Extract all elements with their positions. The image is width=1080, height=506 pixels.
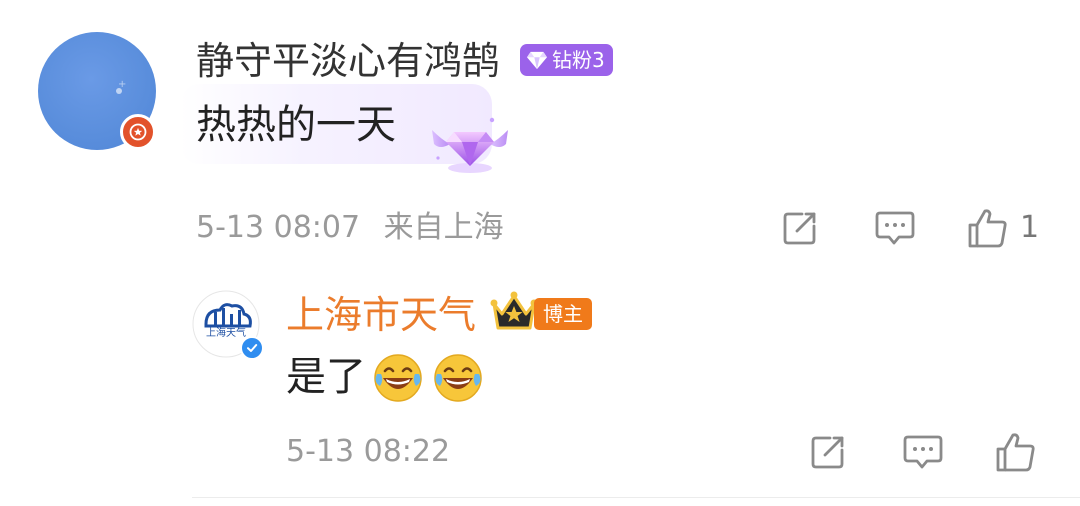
comment-text: 热热的一天 [196,102,396,148]
diamond-icon [527,51,547,70]
comment-timestamp: 5-13 08:07 [196,210,361,245]
diamond-decoration-icon [432,117,508,173]
laugh-cry-emoji-1 [374,354,422,402]
edit-icon [783,212,816,245]
reply-username[interactable]: 上海市天气 [286,292,476,338]
moon-dot-icon [116,88,122,94]
reply-text: 是了 [286,354,366,400]
fan-badge-label: 钻粉3 [552,48,605,72]
forward-button[interactable] [780,208,820,248]
reply-comment-button[interactable] [902,432,944,472]
like-icon [996,433,1035,472]
star-badge-icon [120,114,156,150]
reply-button[interactable] [874,208,916,248]
divider [192,497,1080,498]
comment-meta: 5-13 08:07 来自上海 [196,208,504,248]
comment-icon [903,435,943,469]
fan-level-badge[interactable]: 钻粉3 [520,44,613,76]
like-count: 1 [1020,210,1040,245]
like-icon [968,209,1007,248]
edit-icon [811,436,844,469]
reply-timestamp: 5-13 08:22 [286,434,451,469]
blogger-badge: 博主 [534,298,592,330]
crown-icon [490,291,538,330]
comment-username[interactable]: 静守平淡心有鸿鹄 [196,38,500,84]
reply-like-button[interactable] [994,430,1038,474]
comment-location: 来自上海 [383,210,504,245]
reply-avatar-text: 上海天气 [206,326,246,339]
comment-icon [875,211,915,245]
reply-forward-button[interactable] [808,432,848,472]
like-button[interactable]: 1 [966,206,1039,250]
laugh-cry-emoji-2 [434,354,482,402]
verified-icon [240,336,264,360]
